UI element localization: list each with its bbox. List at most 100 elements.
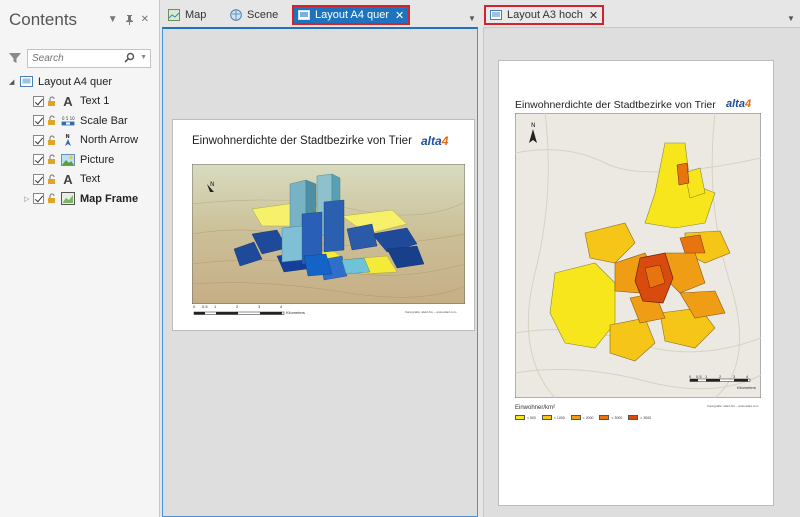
alta4-logo: alta4 bbox=[421, 134, 449, 148]
search-input[interactable] bbox=[28, 49, 118, 67]
text-icon: A bbox=[63, 93, 73, 109]
tree-item-map-frame[interactable]: ▷ Map Frame bbox=[0, 189, 160, 209]
scale-tick-label: 0.5 bbox=[202, 304, 208, 309]
layout-page-a4[interactable]: Einwohnerdichte der Stadtbezirke von Tri… bbox=[172, 119, 475, 331]
search-box[interactable]: ▼ bbox=[27, 48, 151, 68]
legend-label: < 500 bbox=[527, 415, 536, 420]
legend-swatch bbox=[628, 415, 639, 420]
scale-bar bbox=[193, 311, 285, 315]
tab-label: Map bbox=[185, 9, 207, 21]
tree-item-label: Map Frame bbox=[80, 192, 139, 205]
tree-item-north-arrow[interactable]: N North Arrow bbox=[0, 131, 160, 151]
expand-caret-icon[interactable]: ▷ bbox=[24, 195, 29, 203]
legend-title: Einwohner/km² bbox=[515, 405, 556, 411]
tab-layout-a3-hoch[interactable]: Layout A3 hoch ✕ bbox=[484, 5, 605, 25]
layout-page-a3[interactable]: Einwohnerdichte der Stadtbezirke von Tri… bbox=[498, 60, 774, 506]
scale-tick-label: 2 bbox=[719, 374, 722, 379]
search-icon[interactable] bbox=[124, 52, 135, 63]
visibility-checkbox[interactable] bbox=[33, 193, 44, 205]
scale-tick-label: 0 bbox=[689, 374, 692, 379]
search-options-icon[interactable]: ▼ bbox=[140, 54, 147, 61]
filter-icon[interactable] bbox=[8, 51, 22, 65]
tab-scene[interactable]: Scene bbox=[224, 5, 292, 25]
collapse-caret-icon[interactable]: ◢ bbox=[9, 78, 19, 86]
svg-text:N: N bbox=[210, 181, 215, 188]
tab-layout-a4-quer[interactable]: Layout A4 quer ✕ bbox=[292, 5, 411, 25]
map-frame-icon bbox=[61, 192, 75, 206]
legend-item: < 500 bbox=[515, 415, 536, 420]
scale-tick-label: 4 bbox=[280, 304, 283, 309]
visibility-checkbox[interactable] bbox=[33, 173, 44, 185]
visibility-checkbox[interactable] bbox=[33, 134, 44, 146]
close-icon[interactable]: ✕ bbox=[589, 9, 598, 22]
tree-item-label: Scale Bar bbox=[80, 114, 128, 127]
lock-icon[interactable] bbox=[47, 115, 58, 126]
visibility-checkbox[interactable] bbox=[33, 95, 44, 107]
legend-label: > 3000 bbox=[640, 415, 652, 420]
tree-item-label: Text bbox=[80, 173, 101, 186]
tree-item-scale-bar[interactable]: 0 5 10 Scale Bar bbox=[0, 111, 160, 131]
lock-icon[interactable] bbox=[47, 193, 58, 204]
tree-item-layout-a4[interactable]: ◢ Layout A4 quer bbox=[0, 72, 160, 92]
tree-item-label: Text 1 bbox=[80, 95, 110, 108]
scale-tick-label: 0.5 bbox=[696, 374, 702, 379]
legend-label: < 1000 bbox=[553, 415, 565, 420]
tree-item-label: Picture bbox=[80, 153, 115, 166]
legend-item: < 1000 bbox=[541, 415, 565, 420]
contents-pane: Contents ▼ ✕ ▼ ◢ Lay bbox=[0, 0, 160, 517]
svg-text:N: N bbox=[66, 134, 70, 140]
tab-list-dropdown-icon[interactable]: ▼ bbox=[468, 14, 476, 23]
scale-tick-label: 0 bbox=[193, 304, 196, 309]
svg-text:N: N bbox=[531, 122, 536, 129]
tab-label: Scene bbox=[247, 9, 279, 21]
lock-icon[interactable] bbox=[47, 96, 58, 107]
credit-text: Kartografie: alta4 AG – www.alta4.com bbox=[707, 404, 759, 408]
pin-icon[interactable] bbox=[125, 14, 134, 28]
globe-icon bbox=[230, 9, 242, 21]
tree-item-text-1[interactable]: A Text 1 bbox=[0, 92, 160, 112]
tab-list-dropdown-icon[interactable]: ▼ bbox=[787, 14, 795, 23]
scale-unit-label: Kilometers bbox=[286, 310, 305, 315]
north-arrow-icon: N bbox=[61, 133, 75, 147]
map-frame-2d[interactable]: N bbox=[515, 113, 761, 398]
legend-item: < 2000 bbox=[570, 415, 594, 420]
scale-tick-label: 1 bbox=[214, 304, 217, 309]
visibility-checkbox[interactable] bbox=[33, 154, 44, 166]
legend-label: < 3000 bbox=[611, 415, 623, 420]
scale-tick-label: 3 bbox=[733, 374, 736, 379]
legend-swatch bbox=[515, 415, 525, 420]
pane-menu-icon[interactable]: ▼ bbox=[108, 14, 118, 28]
legend-item: < 3000 bbox=[599, 415, 622, 420]
layout-icon bbox=[19, 75, 33, 89]
tab-label: Layout A3 hoch bbox=[507, 9, 583, 21]
map-title: Einwohnerdichte der Stadtbezirke von Tri… bbox=[192, 135, 412, 147]
alta4-logo: alta4 bbox=[726, 98, 752, 110]
credit-text: Kartografie: alta4 AG – www.alta4.com bbox=[405, 310, 457, 314]
view-tabs-right: Layout A3 hoch ✕ bbox=[484, 5, 605, 27]
map-title: Einwohnerdichte der Stadtbezirke von Tri… bbox=[515, 99, 716, 111]
scale-bar-icon: 0 5 10 bbox=[61, 114, 75, 128]
scale-tick-label: 2 bbox=[236, 304, 239, 309]
lock-icon[interactable] bbox=[47, 154, 58, 165]
close-icon[interactable]: ✕ bbox=[395, 9, 404, 22]
legend-swatch bbox=[541, 415, 552, 420]
tree-item-text[interactable]: A Text bbox=[0, 170, 160, 190]
lock-icon[interactable] bbox=[47, 174, 58, 185]
tree-item-label: Layout A4 quer bbox=[38, 75, 113, 88]
scale-unit-label: Kilometers bbox=[737, 385, 756, 390]
lock-icon[interactable] bbox=[47, 135, 58, 146]
tree-item-picture[interactable]: Picture bbox=[0, 150, 160, 170]
picture-icon bbox=[61, 153, 75, 167]
tree-item-label: North Arrow bbox=[80, 134, 139, 147]
tab-map[interactable]: Map bbox=[162, 5, 224, 25]
legend-swatch bbox=[599, 415, 610, 420]
scale-tick-label: 1 bbox=[705, 374, 708, 379]
legend-swatch bbox=[570, 415, 581, 420]
legend: < 500 < 1000 < 2000 < 3000 > 3000 bbox=[515, 415, 651, 420]
legend-label: < 2000 bbox=[582, 415, 594, 420]
visibility-checkbox[interactable] bbox=[33, 115, 44, 127]
view-tabs: Map Scene Layout A4 quer ✕ bbox=[162, 5, 411, 27]
tab-label: Layout A4 quer bbox=[315, 9, 390, 21]
map-frame-3d[interactable]: N bbox=[192, 164, 465, 304]
close-icon[interactable]: ✕ bbox=[141, 14, 149, 28]
